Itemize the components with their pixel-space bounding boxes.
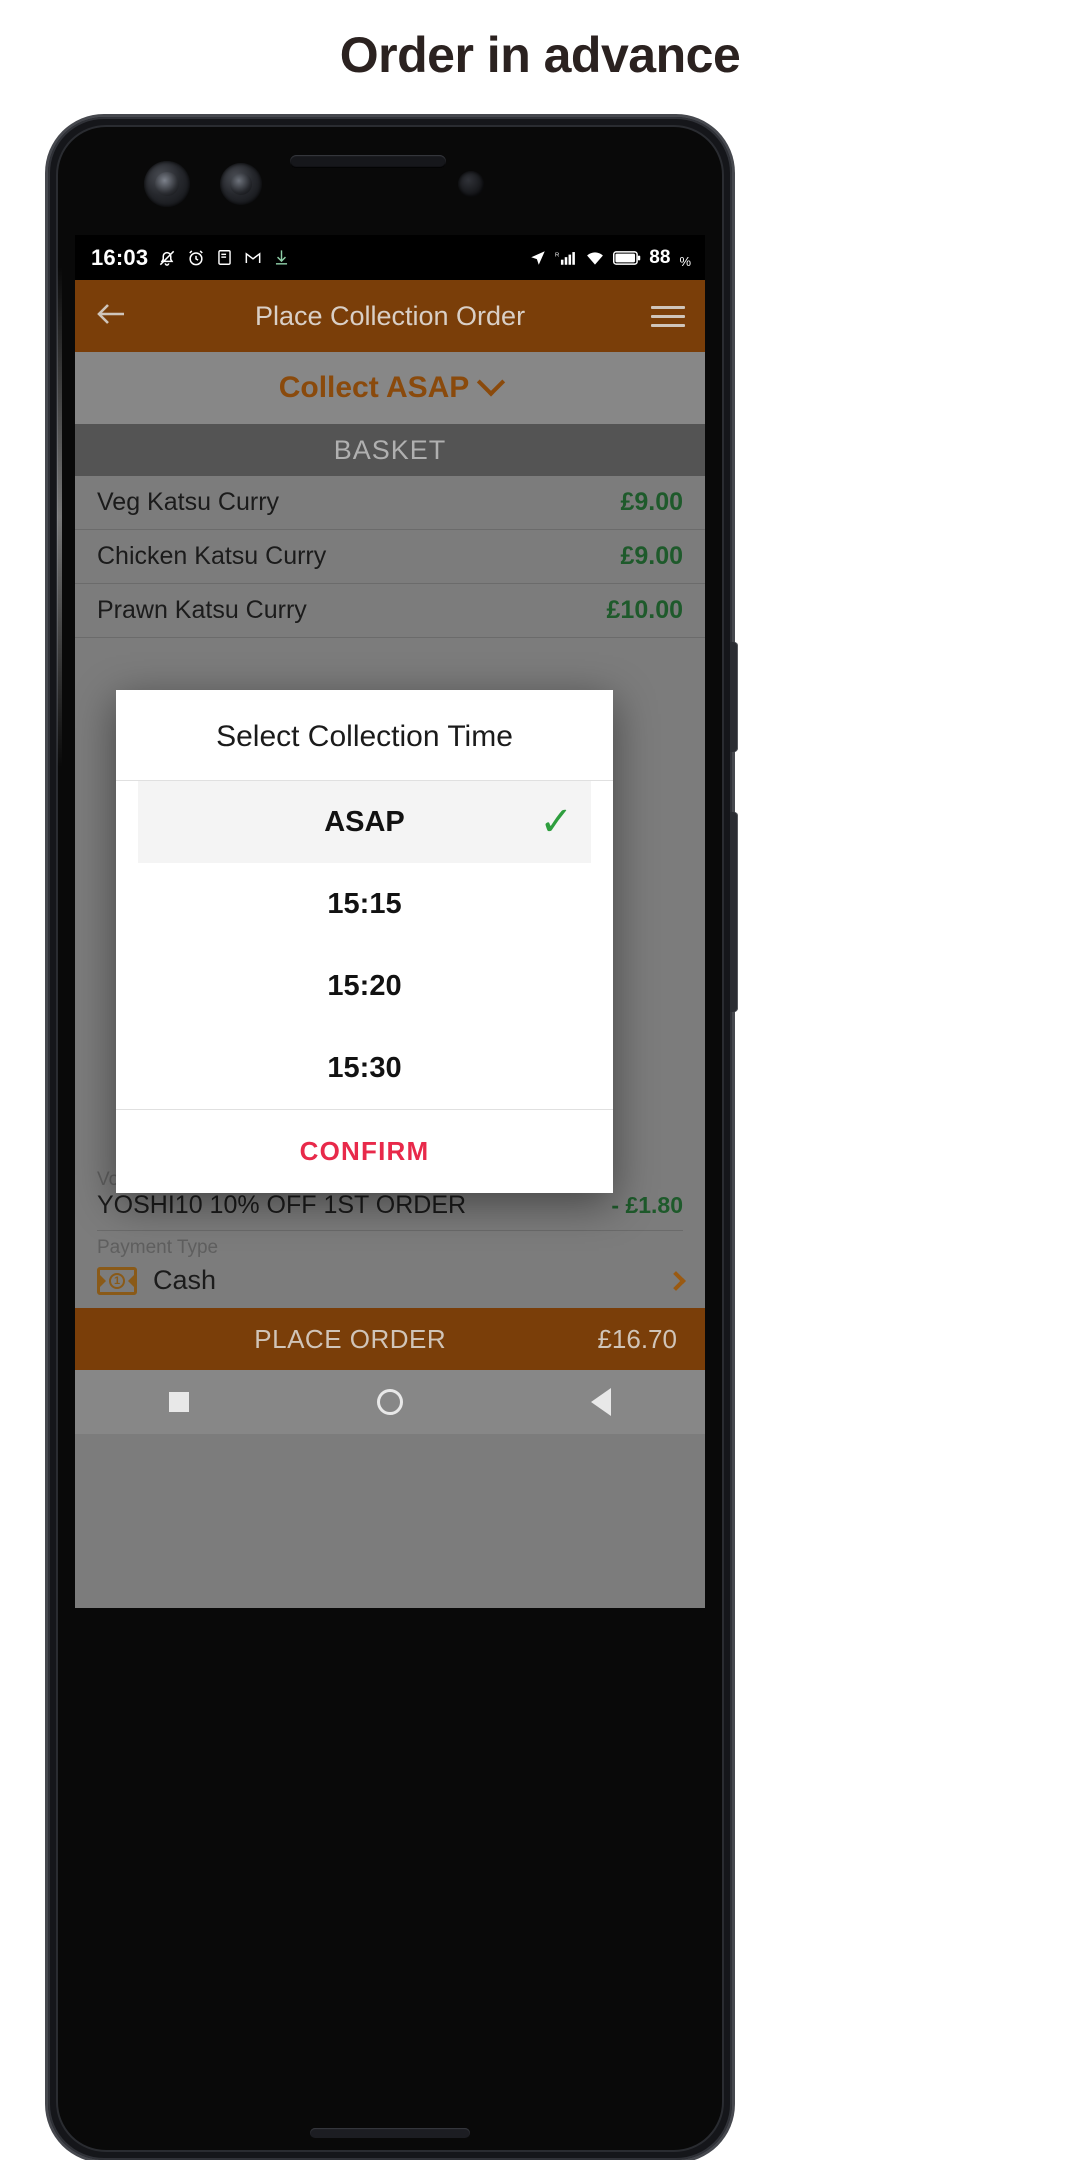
page-title: Order in advance — [339, 27, 741, 83]
android-nav-bar — [75, 1370, 705, 1434]
basket-header-label: BASKET — [333, 434, 447, 465]
item-price: £10.00 — [606, 596, 683, 624]
bell-off-icon — [157, 248, 177, 268]
payment-row[interactable]: 1 Cash — [75, 1259, 705, 1308]
dialog-option-1520[interactable]: 15:20 — [116, 945, 613, 1027]
dialog-option-1530[interactable]: 15:30 — [116, 1027, 613, 1109]
dialog-footer: CONFIRM — [116, 1109, 613, 1193]
chevron-right-icon — [666, 1270, 686, 1291]
collect-time-label: Collect ASAP — [278, 371, 470, 404]
recents-button[interactable] — [169, 1392, 189, 1412]
option-label: ASAP — [324, 805, 405, 838]
app-bar-title: Place Collection Order — [254, 300, 526, 331]
back-nav-button[interactable] — [591, 1388, 611, 1416]
item-price: £9.00 — [620, 488, 683, 516]
table-row[interactable]: Prawn Katsu Curry £10.00 — [75, 584, 705, 638]
power-button[interactable] — [730, 812, 738, 1012]
volume-button[interactable] — [730, 642, 738, 752]
cash-note-icon: 1 — [97, 1266, 137, 1295]
place-order-button[interactable]: PLACE ORDER £16.70 — [75, 1308, 705, 1370]
status-time: 16:03 — [91, 244, 149, 270]
alarm-icon — [186, 248, 206, 268]
home-button[interactable] — [377, 1389, 403, 1415]
battery-unit: % — [679, 254, 691, 269]
place-order-label: PLACE ORDER — [254, 1323, 447, 1354]
hamburger-icon[interactable] — [651, 300, 685, 333]
collect-time-selector[interactable]: Collect ASAP — [75, 352, 705, 424]
battery-level: 88 — [649, 246, 671, 268]
download-icon — [272, 248, 291, 267]
chevron-down-icon — [477, 368, 506, 397]
item-name: Prawn Katsu Curry — [97, 596, 307, 624]
back-button[interactable] — [95, 299, 129, 334]
receipt-zigzag-edge — [75, 467, 705, 477]
earpiece-speaker — [290, 155, 446, 168]
dialog-title: Select Collection Time — [116, 690, 613, 781]
bottom-speaker — [310, 2128, 470, 2138]
select-collection-time-dialog: Select Collection Time ASAP ✓ 15:15 15:2… — [116, 690, 613, 1193]
battery-icon — [613, 250, 641, 266]
table-row[interactable]: Veg Katsu Curry £9.00 — [75, 476, 705, 530]
voucher-code: YOSHI10 10% OFF 1ST ORDER — [97, 1191, 467, 1219]
svg-text:R: R — [555, 252, 559, 258]
voucher-row[interactable]: YOSHI10 10% OFF 1ST ORDER - £1.80 — [75, 1191, 705, 1230]
dialog-option-1515[interactable]: 15:15 — [116, 863, 613, 945]
status-bar: 16:03 R 88 % — [75, 235, 705, 280]
app-bar: Place Collection Order — [75, 280, 705, 352]
item-price: £9.00 — [620, 542, 683, 570]
wifi-icon — [585, 249, 605, 267]
frame-highlight — [57, 267, 62, 767]
document-icon — [215, 248, 234, 267]
voucher-amount: - £1.80 — [611, 1192, 683, 1218]
item-name: Veg Katsu Curry — [97, 488, 280, 516]
payment-value: Cash — [153, 1265, 217, 1295]
confirm-button[interactable]: CONFIRM — [300, 1136, 430, 1167]
item-name: Chicken Katsu Curry — [97, 542, 327, 570]
phone-frame: 16:03 R 88 % Place Collection Order Coll… — [48, 117, 738, 2160]
gmail-icon — [243, 248, 263, 268]
option-label: 15:15 — [327, 887, 402, 920]
location-arrow-icon — [529, 249, 547, 267]
dialog-option-asap[interactable]: ASAP ✓ — [138, 781, 591, 863]
table-row[interactable]: Chicken Katsu Curry £9.00 — [75, 530, 705, 584]
place-order-total: £16.70 — [597, 1323, 677, 1354]
front-camera-icon — [144, 161, 190, 207]
proximity-sensor-icon — [458, 171, 484, 197]
signal-r-icon: R — [555, 249, 577, 267]
check-icon: ✓ — [539, 800, 573, 844]
option-label: 15:20 — [327, 969, 402, 1002]
phone-screen: 16:03 R 88 % Place Collection Order Coll… — [75, 235, 705, 1608]
payment-label: Payment Type — [97, 1237, 219, 1258]
option-label: 15:30 — [327, 1051, 402, 1084]
basket-header: BASKET — [75, 424, 705, 477]
sensor-icon — [220, 163, 262, 205]
